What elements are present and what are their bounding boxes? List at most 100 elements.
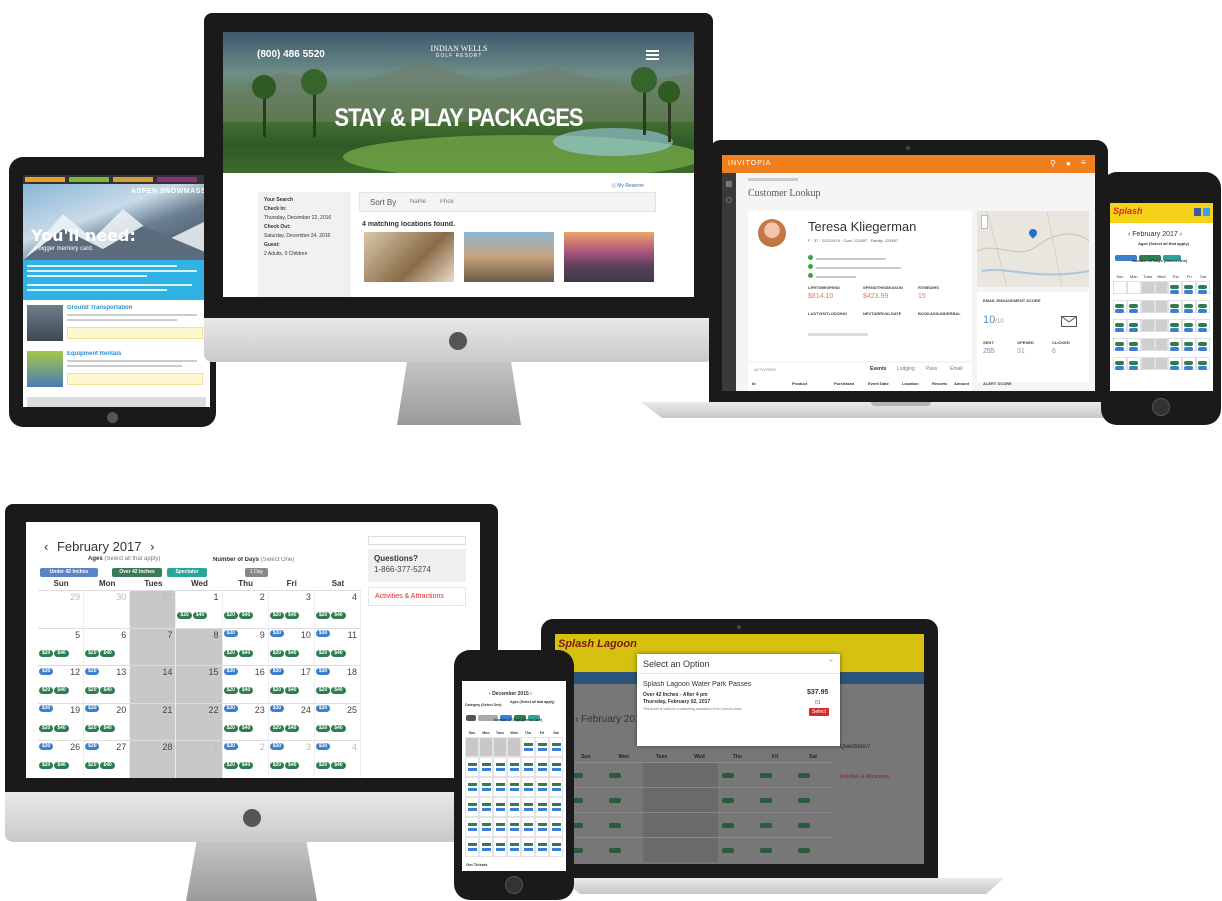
price-pill[interactable]: $40 xyxy=(238,649,254,657)
calendar-day[interactable]: 19 $20 $40$30 xyxy=(38,702,85,750)
small-price-chip[interactable] xyxy=(552,808,561,811)
price-pill[interactable]: $20 xyxy=(223,649,238,657)
small-price-chip[interactable] xyxy=(538,768,547,771)
calendar-day[interactable]: 16 $20 $40$30 xyxy=(222,665,269,713)
location-thumb-3[interactable] xyxy=(564,232,654,282)
small-price-chip[interactable] xyxy=(552,768,561,771)
small-price-chip[interactable] xyxy=(524,848,533,851)
small-price-chip[interactable] xyxy=(510,783,519,786)
price-pill[interactable]: $40 xyxy=(238,762,254,770)
small-price-chip[interactable] xyxy=(482,763,491,766)
price-pill[interactable]: $20 xyxy=(223,724,238,732)
phone-calendar-day[interactable] xyxy=(1140,281,1155,294)
small-price-chip[interactable] xyxy=(538,763,547,766)
small-price-chip[interactable] xyxy=(496,808,505,811)
phone-price-chip[interactable] xyxy=(1184,347,1194,351)
phone-price-chip[interactable] xyxy=(1170,366,1180,370)
phone-price-chip[interactable] xyxy=(1115,309,1124,313)
laptop-calendar-day[interactable] xyxy=(794,812,832,837)
small-price-chip[interactable] xyxy=(538,848,547,851)
phone-price-chip[interactable] xyxy=(1184,328,1194,332)
small-price-chip[interactable] xyxy=(468,768,477,771)
price-pill[interactable]: $40 xyxy=(331,687,346,695)
calendar-day[interactable]: 17 $20 $40$30 xyxy=(268,665,315,713)
small-price-chip[interactable] xyxy=(524,783,533,786)
small-price-chip[interactable] xyxy=(538,823,547,826)
small-price-chip[interactable] xyxy=(468,808,477,811)
laptop-price-chip[interactable] xyxy=(722,823,735,828)
laptop-calendar-day[interactable] xyxy=(604,837,643,862)
phone-calendar-day[interactable] xyxy=(1140,338,1155,351)
small-price-chip[interactable] xyxy=(552,803,561,806)
phone-price-chip[interactable] xyxy=(1184,309,1194,313)
phone-calendar-day[interactable] xyxy=(1168,319,1183,332)
price-pill[interactable]: $40 xyxy=(331,649,346,657)
price-pill[interactable]: $40 xyxy=(285,724,300,732)
splash-phone-age-buttons[interactable] xyxy=(1114,248,1209,261)
phone-price-chip[interactable] xyxy=(1198,361,1208,365)
small-phone-day[interactable] xyxy=(521,837,535,857)
tab-email[interactable]: Email xyxy=(950,366,963,372)
laptop-calendar-day[interactable] xyxy=(718,762,757,787)
modal-select-button[interactable]: Select xyxy=(809,708,829,716)
price-pill[interactable]: $20 xyxy=(269,612,285,619)
small-price-chip[interactable] xyxy=(510,823,519,826)
small-price-chip[interactable] xyxy=(468,783,477,786)
phone-bottom-home-button[interactable] xyxy=(505,876,523,894)
price-pill[interactable]: $40 xyxy=(54,762,69,770)
price-pill[interactable]: $20 xyxy=(39,687,54,695)
tab-lodging[interactable]: Lodging xyxy=(897,366,915,372)
calendar-day[interactable]: 10 $20 $40$30 xyxy=(268,627,315,675)
search-icon[interactable]: ⚲ xyxy=(1050,159,1056,168)
twitter-icon[interactable] xyxy=(1203,208,1210,216)
reserve-link[interactable]: 🛒My Reserve xyxy=(611,183,644,189)
splash-phone-logo[interactable]: Splash xyxy=(1113,206,1143,216)
laptop-calendar-day[interactable] xyxy=(718,787,757,812)
sort-price-option[interactable]: Price xyxy=(440,199,454,205)
tab-events[interactable]: Events xyxy=(870,366,886,372)
calendar-day[interactable]: 12 $20 $40$30 xyxy=(38,665,85,713)
price-pill[interactable]: $20 xyxy=(315,649,331,657)
calendar-day[interactable]: 26$20$40$30 xyxy=(38,740,85,778)
phone-price-chip[interactable] xyxy=(1115,347,1124,351)
price-pill[interactable]: $20 xyxy=(315,687,331,695)
price-pill[interactable]: $40 xyxy=(100,687,115,695)
calendar-day[interactable]: 22 xyxy=(176,702,223,741)
calendar-day[interactable]: 15 xyxy=(176,665,223,703)
calendar-day[interactable]: 31 xyxy=(130,590,177,628)
phone-price-chip[interactable] xyxy=(1198,309,1208,313)
calendar-day[interactable]: 27$20$40$30 xyxy=(84,740,131,778)
phone-calendar-day[interactable] xyxy=(1182,300,1197,313)
phone-calendar-day[interactable] xyxy=(1182,319,1197,332)
price-pill[interactable]: $20 xyxy=(39,762,54,770)
small-phone-footer[interactable]: Get Tickets xyxy=(466,862,488,867)
small-phone-day[interactable] xyxy=(479,777,493,797)
phone-price-chip[interactable] xyxy=(1128,361,1138,365)
phone-price-chip[interactable] xyxy=(1198,323,1208,327)
small-price-chip[interactable] xyxy=(510,788,519,791)
small-phone-day[interactable] xyxy=(535,797,549,817)
small-phone-day[interactable] xyxy=(493,777,507,797)
small-phone-day[interactable] xyxy=(549,837,563,857)
price-pill[interactable]: $40 xyxy=(54,687,69,695)
small-price-chip[interactable] xyxy=(482,803,491,806)
small-phone-day[interactable] xyxy=(521,797,535,817)
price-pill[interactable]: $20 xyxy=(177,612,192,619)
small-price-chip[interactable] xyxy=(538,828,547,831)
small-price-chip[interactable] xyxy=(482,808,491,811)
phone-price-chip[interactable] xyxy=(1115,323,1124,327)
price-pill[interactable]: $40 xyxy=(54,724,69,732)
phone-price-chip[interactable] xyxy=(1170,285,1180,289)
small-phone-day[interactable] xyxy=(549,797,563,817)
price-pill[interactable]: $20 xyxy=(269,649,285,657)
small-phone-day[interactable] xyxy=(521,757,535,777)
location-thumb-2[interactable] xyxy=(464,232,554,282)
laptop-calendar-day[interactable] xyxy=(680,762,719,787)
phone-price-chip[interactable] xyxy=(1170,323,1180,327)
small-phone-day[interactable] xyxy=(549,757,563,777)
price-pill[interactable]: $40 xyxy=(238,687,254,695)
small-phone-day[interactable] xyxy=(493,837,507,857)
small-price-chip[interactable] xyxy=(510,768,519,771)
small-phone-day[interactable] xyxy=(535,757,549,777)
phone-price-chip[interactable] xyxy=(1128,309,1138,313)
